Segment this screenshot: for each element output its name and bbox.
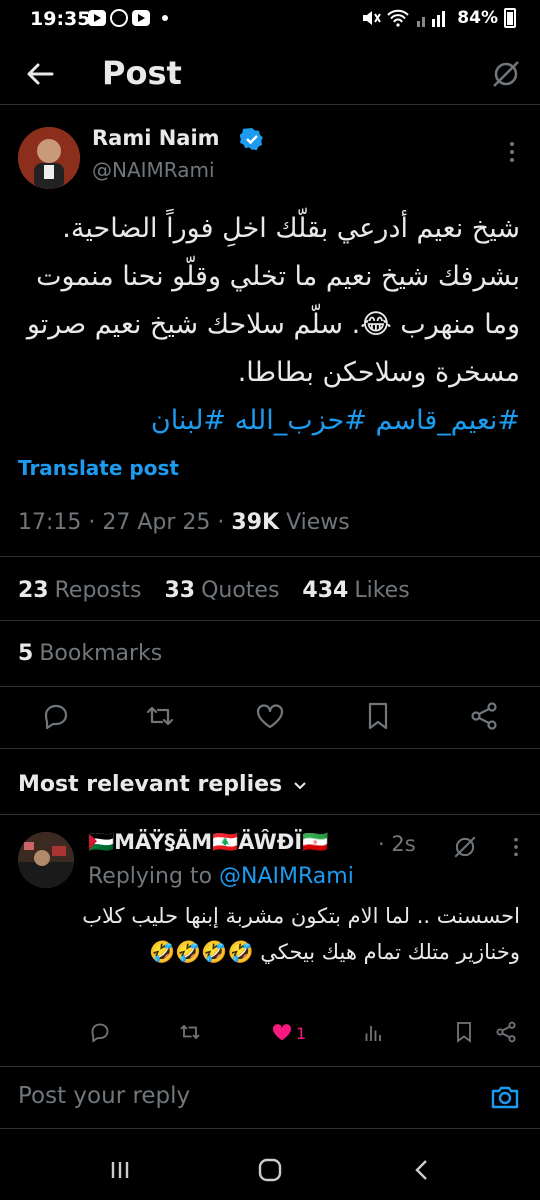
nav-back-icon[interactable] xyxy=(408,1156,436,1184)
verified-badge-icon xyxy=(240,128,263,151)
page-title: Post xyxy=(102,54,182,92)
reply-hide-icon[interactable] xyxy=(452,834,478,860)
actions-divider xyxy=(0,748,540,749)
bookmarks-divider xyxy=(0,686,540,687)
recent-apps-icon[interactable] xyxy=(106,1156,134,1184)
reply-composer-input[interactable]: Post your reply xyxy=(18,1083,190,1109)
tweet-time: 17:15 xyxy=(18,510,82,535)
translate-post-link[interactable]: Translate post xyxy=(18,456,179,480)
author-handle[interactable]: @NAIMRami xyxy=(92,158,215,182)
status-time: 19:35 xyxy=(30,8,91,30)
reply-share-icon[interactable] xyxy=(494,1020,518,1044)
reply-views-icon[interactable] xyxy=(362,1020,386,1044)
more-notifications-icon xyxy=(162,15,168,21)
tweet-meta: 17:15 · 27 Apr 25 · 39K Views xyxy=(18,510,350,535)
tweet-actions xyxy=(0,700,540,736)
home-icon[interactable] xyxy=(256,1156,284,1184)
back-arrow-icon[interactable] xyxy=(24,58,56,90)
tweet-text: شيخ نعيم أدرعي بقلّك اخلِ فوراً الضاحية.… xyxy=(26,213,520,388)
status-bar: 19:35 84% xyxy=(0,0,540,40)
reply-text: احسسنت .. لما الام بتكون مشربة إبنها حلي… xyxy=(82,904,520,964)
replies-sort-label: Most relevant replies xyxy=(18,772,283,797)
replies-sort-dropdown[interactable]: Most relevant replies xyxy=(18,772,308,797)
whatsapp-icon xyxy=(110,9,128,27)
tweet-date: 27 Apr 25 xyxy=(102,510,211,535)
header-divider xyxy=(0,104,540,105)
meta-divider xyxy=(0,556,540,557)
system-nav-bar xyxy=(0,1140,540,1200)
reply-like-count: 1 xyxy=(296,1024,307,1043)
signal-icon xyxy=(417,11,446,27)
engagement-stats: 23 Reposts 33 Quotes 434 Likes xyxy=(18,578,426,603)
reply-divider xyxy=(0,1066,540,1067)
quotes-stat[interactable]: 33 Quotes xyxy=(164,578,279,603)
reply-time: · 2s xyxy=(378,832,416,856)
views-count: 39K xyxy=(231,510,280,535)
views-label: Views xyxy=(286,510,350,535)
replying-to: Replying to @NAIMRami xyxy=(88,864,354,889)
reply-repost-icon[interactable] xyxy=(178,1020,202,1044)
mute-icon xyxy=(363,11,382,25)
repost-icon[interactable] xyxy=(144,700,176,732)
replies-divider xyxy=(0,814,540,815)
composer-divider xyxy=(0,1128,540,1129)
tweet-hashtags[interactable]: #نعيم_قاسم #حزب_الله #لبنان xyxy=(15,397,520,445)
notification-icons xyxy=(88,9,168,27)
bookmarks-stat[interactable]: 5 Bookmarks xyxy=(18,641,162,666)
reply-more-options-icon[interactable] xyxy=(512,836,520,858)
youtube-icon xyxy=(88,10,106,26)
stats-divider xyxy=(0,620,540,621)
like-icon[interactable] xyxy=(254,700,286,732)
reply-icon[interactable] xyxy=(40,700,72,732)
reply-actions: 1 xyxy=(0,1020,540,1050)
wifi-icon xyxy=(387,9,410,27)
hide-icon[interactable] xyxy=(490,58,522,90)
battery-percent: 84% xyxy=(457,8,498,28)
more-options-icon[interactable] xyxy=(508,140,516,164)
share-icon[interactable] xyxy=(468,700,500,732)
camera-icon[interactable] xyxy=(490,1082,520,1112)
reply-reply-icon[interactable] xyxy=(88,1020,112,1044)
replying-to-handle[interactable]: @NAIMRami xyxy=(219,864,354,889)
chevron-down-icon xyxy=(294,781,306,789)
system-icons: 84% xyxy=(361,8,516,28)
battery-icon xyxy=(504,8,516,28)
likes-stat[interactable]: 434 Likes xyxy=(302,578,409,603)
reply-author-name[interactable]: 🇵🇸MÄŸ§ÄM🇱🇧ÄŴÐÏ🇮🇷 xyxy=(88,830,328,855)
reposts-stat[interactable]: 23 Reposts xyxy=(18,578,141,603)
youtube-icon xyxy=(132,10,150,26)
author-name[interactable]: Rami Naim xyxy=(92,126,220,150)
reply-bookmark-icon[interactable] xyxy=(452,1020,476,1044)
bookmark-icon[interactable] xyxy=(362,700,394,732)
reply-like-icon[interactable] xyxy=(270,1020,294,1044)
reply-avatar[interactable] xyxy=(18,832,74,888)
author-avatar[interactable] xyxy=(18,127,80,189)
